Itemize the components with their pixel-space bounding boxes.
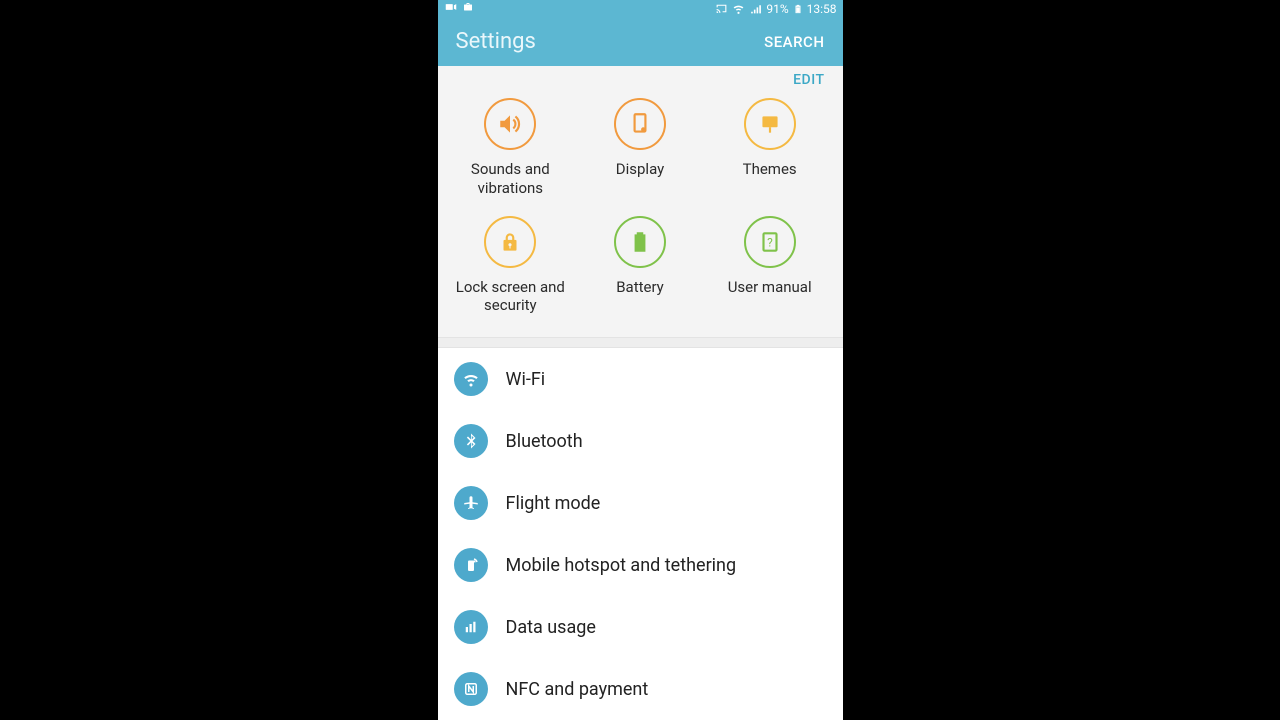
edit-row: EDIT [438,66,843,94]
lock-icon [484,216,536,268]
page-title: Settings [456,29,536,54]
list-item-label: Bluetooth [506,431,583,452]
quick-label: User manual [728,278,812,297]
search-button[interactable]: SEARCH [764,33,824,51]
status-bar: 91% 13:58 [438,0,843,18]
briefcase-icon [462,1,474,16]
speaker-icon [484,98,536,150]
phone-frame: 91% 13:58 Settings SEARCH EDIT Sounds an… [438,0,843,720]
themes-icon [744,98,796,150]
wifi-icon [732,2,745,15]
list-item-label: Mobile hotspot and tethering [506,555,737,576]
quick-manual[interactable]: ? User manual [705,216,835,316]
display-icon [614,98,666,150]
section-divider [438,337,843,348]
list-item-label: Wi-Fi [506,369,546,390]
cast-icon [715,2,728,15]
battery-pct: 91% [766,2,788,16]
edit-button[interactable]: EDIT [793,72,824,88]
list-item-label: Flight mode [506,493,601,514]
quick-label: Battery [616,278,664,297]
quick-lockscreen[interactable]: Lock screen and security [446,216,576,316]
battery-icon [614,216,666,268]
signal-icon [749,2,762,15]
settings-list: Wi-Fi Bluetooth Flight mode Mobile hotsp… [438,348,843,720]
quick-label: Lock screen and security [450,278,570,316]
hotspot-icon [454,548,488,582]
quick-settings-grid: Sounds and vibrations Display Themes Loc… [438,94,843,337]
clock: 13:58 [807,2,837,16]
quick-sounds[interactable]: Sounds and vibrations [446,98,576,198]
bars-icon [454,610,488,644]
list-item-flight[interactable]: Flight mode [438,472,843,534]
app-bar: Settings SEARCH [438,18,843,67]
list-item-wifi[interactable]: Wi-Fi [438,348,843,410]
bluetooth-icon [454,424,488,458]
nfc-icon [454,672,488,706]
list-item-label: Data usage [506,617,596,638]
list-item-label: NFC and payment [506,679,649,700]
battery-icon [793,2,803,16]
quick-battery[interactable]: Battery [575,216,705,316]
video-rec-icon [444,0,458,17]
quick-themes[interactable]: Themes [705,98,835,198]
help-book-icon: ? [744,216,796,268]
svg-text:?: ? [767,235,773,249]
quick-label: Themes [743,160,797,179]
status-left [444,0,474,17]
airplane-icon [454,486,488,520]
quick-label: Display [616,160,664,179]
list-item-data[interactable]: Data usage [438,596,843,658]
list-item-nfc[interactable]: NFC and payment [438,658,843,720]
list-item-hotspot[interactable]: Mobile hotspot and tethering [438,534,843,596]
list-item-bluetooth[interactable]: Bluetooth [438,410,843,472]
quick-label: Sounds and vibrations [450,160,570,198]
status-right: 91% 13:58 [715,2,836,16]
quick-display[interactable]: Display [575,98,705,198]
wifi-icon [454,362,488,396]
